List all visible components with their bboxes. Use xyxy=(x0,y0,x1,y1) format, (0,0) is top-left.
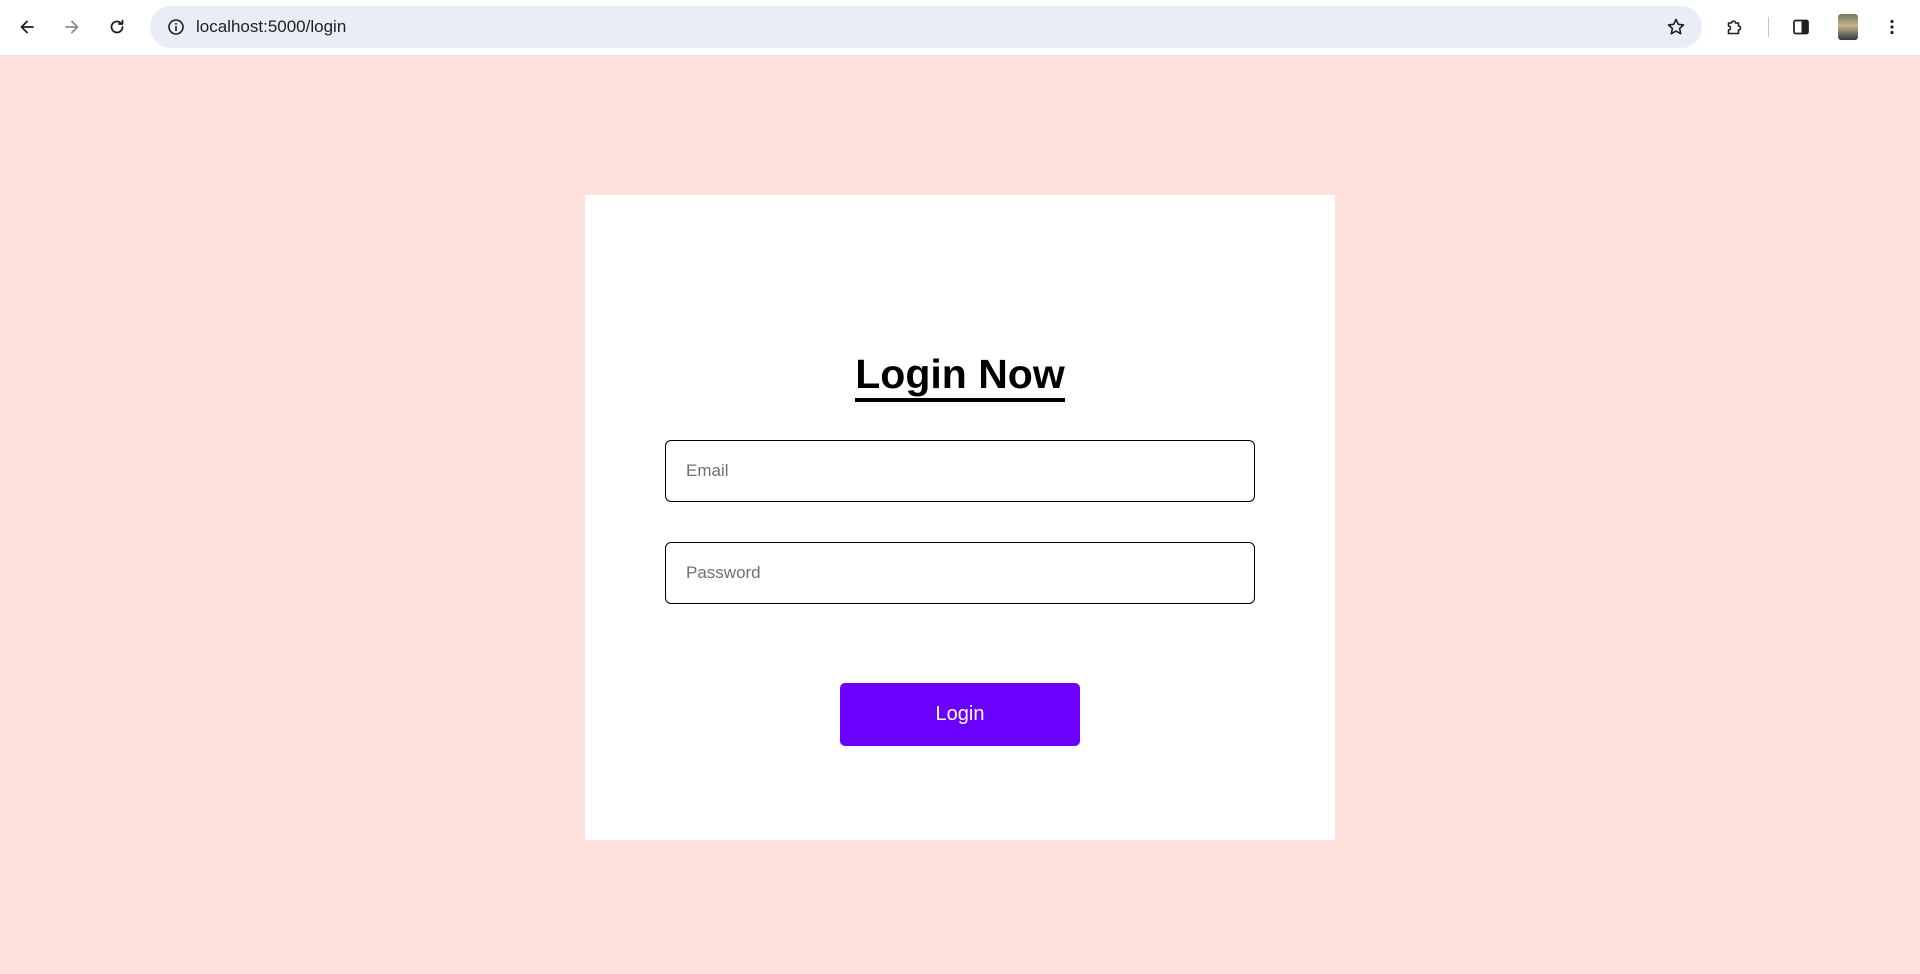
bookmark-button[interactable] xyxy=(1660,11,1692,43)
site-info-button[interactable] xyxy=(160,11,192,43)
back-arrow-icon xyxy=(20,20,34,34)
side-panel-button[interactable] xyxy=(1783,9,1819,45)
info-icon xyxy=(168,19,184,35)
login-card: Login Now Login xyxy=(585,195,1335,840)
back-button[interactable] xyxy=(9,9,45,45)
side-panel-icon xyxy=(1793,19,1809,35)
reload-icon xyxy=(110,19,124,34)
star-icon xyxy=(1667,18,1685,35)
url-text[interactable]: localhost:5000/login xyxy=(196,6,346,48)
email-field[interactable] xyxy=(665,440,1255,502)
login-button[interactable]: Login xyxy=(840,683,1080,746)
address-bar[interactable]: localhost:5000/login xyxy=(150,6,1702,48)
puzzle-icon xyxy=(1727,20,1742,35)
browser-menu-button[interactable] xyxy=(1874,9,1910,45)
login-title-container: Login Now xyxy=(585,350,1335,402)
login-title: Login Now xyxy=(855,350,1065,402)
extensions-button[interactable] xyxy=(1717,9,1753,45)
password-field[interactable] xyxy=(665,542,1255,604)
browser-toolbar: localhost:5000/login xyxy=(0,0,1920,56)
toolbar-divider xyxy=(1768,17,1769,37)
forward-arrow-icon xyxy=(65,20,79,34)
reload-button[interactable] xyxy=(99,9,135,45)
profile-avatar[interactable] xyxy=(1838,14,1858,40)
kebab-menu-icon xyxy=(1890,19,1894,35)
forward-button[interactable] xyxy=(54,9,90,45)
